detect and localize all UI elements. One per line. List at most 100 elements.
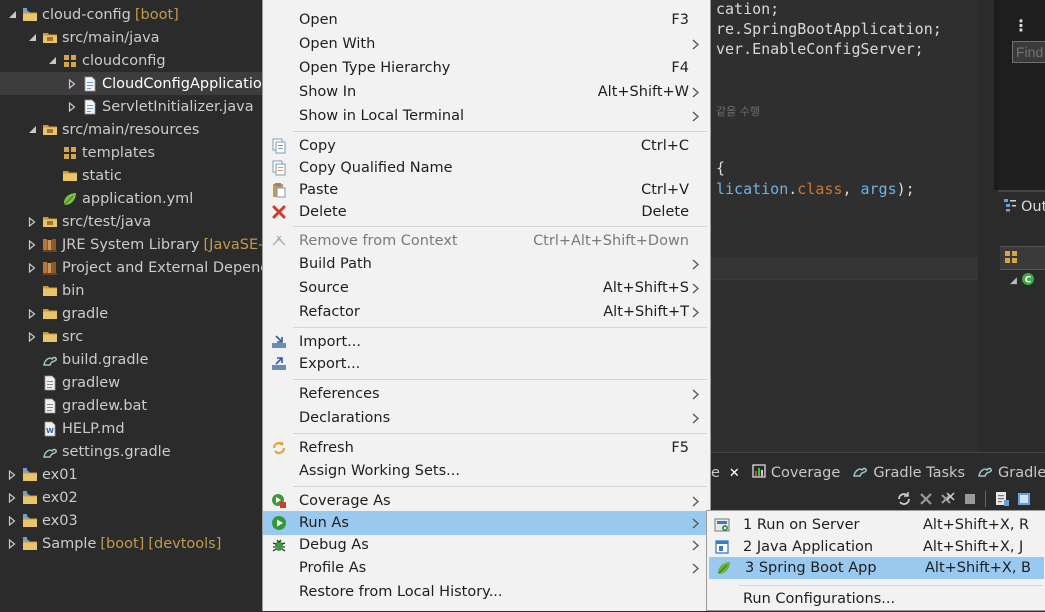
tree-item[interactable]: src (0, 325, 262, 348)
collapsed-arrow-icon[interactable] (6, 492, 18, 504)
tree-item[interactable]: src/main/resources (0, 118, 262, 141)
source-folder-icon (42, 30, 58, 46)
close-icon[interactable]: ✕ (729, 466, 740, 481)
menu-item-copy-qualified-name[interactable]: Copy Qualified Name (263, 156, 710, 180)
tree-item-label: HELP.md (62, 420, 125, 437)
coverage-icon (752, 464, 771, 482)
tree-item[interactable]: templates (0, 141, 262, 164)
tree-item[interactable]: ex02 (0, 486, 262, 509)
collapsed-arrow-icon[interactable] (26, 216, 38, 228)
collapsed-arrow-icon[interactable] (66, 101, 78, 113)
remove-launch-icon[interactable] (917, 490, 935, 508)
expanded-arrow-icon[interactable] (26, 124, 38, 136)
expanded-arrow-icon[interactable] (46, 55, 58, 67)
menu-item-open[interactable]: Open F3 (263, 8, 710, 32)
menu-item-show-in-local-terminal[interactable]: Show in Local Terminal (263, 104, 710, 128)
tree-item[interactable]: application.yml (0, 187, 262, 210)
submenu-item-2-java-application[interactable]: 2 Java Application Alt+Shift+X, J (707, 536, 1045, 558)
collapsed-arrow-icon[interactable] (26, 331, 38, 343)
tree-item[interactable]: ServletInitializer.java (0, 95, 262, 118)
menu-item-refactor[interactable]: Refactor Alt+Shift+T (263, 300, 710, 324)
tree-item[interactable]: bin (0, 279, 262, 302)
collapsed-arrow-icon[interactable] (66, 78, 78, 90)
menu-item-declarations[interactable]: Declarations (263, 406, 710, 430)
menu-item-open-with[interactable]: Open With (263, 32, 710, 56)
run-icon (271, 515, 287, 531)
tree-item[interactable]: cloud-config [boot] (0, 3, 262, 26)
pin-console-icon[interactable] (1015, 490, 1033, 508)
menu-item-coverage-as[interactable]: Coverage As (263, 489, 710, 513)
tree-item[interactable]: src/main/java (0, 26, 262, 49)
menu-item-label: Restore from Local History... (299, 584, 503, 600)
tree-item[interactable]: JRE System Library[JavaSE-1.8] (0, 233, 262, 256)
collapsed-arrow-icon[interactable] (26, 262, 38, 274)
debug-icon (271, 537, 287, 553)
tree-item[interactable]: gradlew (0, 371, 262, 394)
tree-item[interactable]: cloudconfig (0, 49, 262, 72)
tab-console[interactable]: e ✕ (711, 465, 740, 481)
relaunch-icon[interactable] (895, 490, 913, 508)
view-menu-icon[interactable]: ⋮ (1013, 16, 1029, 35)
tab-coverage[interactable]: Coverage (752, 464, 840, 482)
tab-outline[interactable]: Out (1003, 198, 1045, 216)
menu-item-copy[interactable]: Copy Ctrl+C (263, 134, 710, 158)
menu-item-import[interactable]: Import... (263, 330, 710, 354)
tree-item[interactable]: Sample [boot] [devtools] (0, 532, 262, 555)
menu-item-run-as[interactable]: Run As (263, 511, 710, 535)
menu-item-assign-working-sets[interactable]: Assign Working Sets... (263, 459, 710, 483)
tree-item[interactable]: CloudConfigApplication.java (0, 72, 262, 95)
tree-item[interactable]: build.gradle (0, 348, 262, 371)
collapsed-arrow-icon[interactable] (6, 538, 18, 550)
menu-item-debug-as[interactable]: Debug As (263, 533, 710, 557)
expanded-arrow-icon[interactable] (26, 32, 38, 44)
menu-item-export[interactable]: Export... (263, 352, 710, 376)
console-view-icon[interactable] (993, 490, 1011, 508)
find-input[interactable] (1012, 41, 1045, 63)
tree-item[interactable]: ex03 (0, 509, 262, 532)
collapsed-arrow-icon[interactable] (6, 469, 18, 481)
collapsed-arrow-icon[interactable] (26, 239, 38, 251)
editor-scrollbar[interactable] (978, 0, 994, 452)
tree-item[interactable]: W HELP.md (0, 417, 262, 440)
submenu-item-1-run-on-server[interactable]: 1 Run on Server Alt+Shift+X, R (707, 514, 1045, 536)
submenu-item-3-spring-boot-app[interactable]: 3 Spring Boot App Alt+Shift+X, B (709, 557, 1044, 579)
tree-item[interactable]: settings.gradle (0, 440, 262, 463)
menu-item-restore-from-local-history[interactable]: Restore from Local History... (263, 580, 710, 604)
menu-item-profile-as[interactable]: Profile As (263, 556, 710, 580)
submenu-item-run-configurations[interactable]: Run Configurations... (707, 588, 1045, 610)
terminate-icon[interactable] (961, 490, 979, 508)
tree-item[interactable]: Project and External Dependencies (0, 256, 262, 279)
submenu-item-label: 2 Java Application (743, 539, 874, 555)
tree-item[interactable]: gradle (0, 302, 262, 325)
menu-item-source[interactable]: Source Alt+Shift+S (263, 276, 710, 300)
menu-item-shortcut: Alt+Shift+T (603, 304, 689, 320)
menu-item-show-in[interactable]: Show In Alt+Shift+W (263, 80, 710, 104)
menu-item-references[interactable]: References (263, 382, 710, 406)
submenu-arrow-icon (692, 489, 699, 513)
menu-item-paste[interactable]: Paste Ctrl+V (263, 178, 710, 202)
menu-item-build-path[interactable]: Build Path (263, 252, 710, 276)
tree-item-label: JRE System Library (62, 236, 200, 253)
tree-item-label: gradlew (62, 374, 121, 391)
code-editor[interactable]: cation; re.SpringBootApplication; ver.En… (711, 0, 994, 452)
remove-all-icon[interactable] (939, 490, 957, 508)
menu-item-open-type-hierarchy[interactable]: Open Type Hierarchy F4 (263, 56, 710, 80)
tree-item[interactable]: src/test/java (0, 210, 262, 233)
tree-item[interactable]: ex01 (0, 463, 262, 486)
collapsed-arrow-icon[interactable] (6, 515, 18, 527)
submenu-arrow-icon (692, 276, 699, 300)
outline-class-node[interactable]: ◢ C (1010, 272, 1035, 290)
run-as-submenu: 1 Run on Server Alt+Shift+X, R 2 Java Appl… (706, 510, 1045, 611)
expanded-arrow-icon[interactable] (6, 9, 18, 21)
tree-item[interactable]: static (0, 164, 262, 187)
menu-item-delete[interactable]: Delete Delete (263, 200, 710, 224)
tree-item-label: application.yml (82, 190, 194, 207)
tree-item[interactable]: gradlew.bat (0, 394, 262, 417)
tab-gradle-executions[interactable]: Gradle Exe (977, 464, 1045, 482)
folder-icon (42, 329, 58, 345)
collapsed-arrow-icon[interactable] (26, 308, 38, 320)
menu-item-refresh[interactable]: Refresh F5 (263, 436, 710, 460)
tab-gradle-tasks[interactable]: Gradle Tasks (852, 464, 965, 482)
